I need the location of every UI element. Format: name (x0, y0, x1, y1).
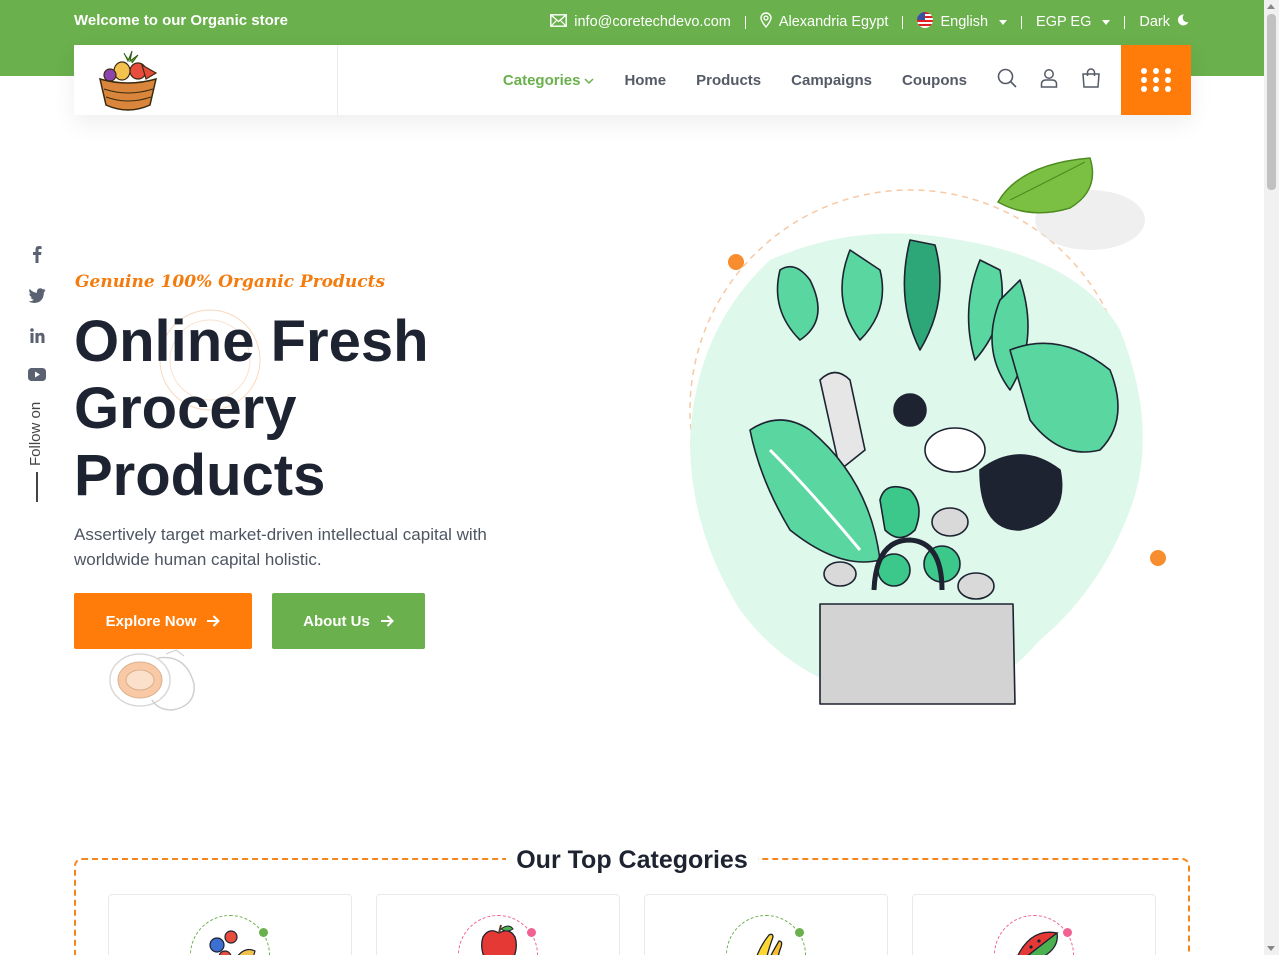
nav-home[interactable]: Home (624, 72, 666, 89)
map-pin-icon (760, 12, 772, 32)
follow-line (36, 472, 38, 502)
scroll-up-arrow-icon[interactable] (1267, 4, 1275, 9)
explore-now-button[interactable]: Explore Now (74, 593, 252, 649)
apple-icon (481, 924, 517, 955)
main-header: Categories Home Products Campaigns Coupo… (74, 45, 1191, 115)
user-icon[interactable] (1039, 68, 1059, 93)
shopping-bag-icon[interactable] (1081, 67, 1101, 93)
search-icon[interactable] (997, 68, 1017, 93)
email-link[interactable]: info@coretechdevo.com (550, 13, 731, 31)
papaya-illustration (109, 649, 195, 711)
page-scrollbar[interactable] (1264, 0, 1279, 955)
currency-text: EGP EG (1036, 14, 1092, 30)
category-dot (259, 928, 268, 937)
berries-icon (209, 930, 256, 955)
us-flag-icon (917, 12, 934, 32)
arrow-right-icon (380, 615, 394, 627)
hero-title-line-1: Online Fresh (74, 309, 429, 374)
explore-now-label: Explore Now (105, 612, 197, 630)
divider (902, 15, 904, 29)
email-text: info@coretechdevo.com (574, 14, 731, 30)
main-nav: Categories Home Products Campaigns Coupo… (338, 45, 1191, 115)
divider (1021, 15, 1023, 29)
social-links (27, 245, 47, 386)
language-dropdown[interactable]: English (917, 12, 1008, 32)
fruit-basket-logo (98, 50, 158, 111)
chevron-down-icon (999, 19, 1008, 25)
category-card-watermelon[interactable] (912, 894, 1156, 955)
category-card-banana[interactable] (644, 894, 888, 955)
chevron-down-icon (1102, 19, 1111, 25)
nav-campaigns[interactable]: Campaigns (791, 72, 872, 89)
grid-dots-icon (1141, 68, 1171, 92)
category-dot (795, 928, 804, 937)
hero-description: Assertively target market-driven intelle… (74, 525, 487, 569)
twitter-icon[interactable] (28, 288, 46, 308)
location-link[interactable]: Alexandria Egypt (760, 12, 889, 32)
nav-categories-label: Categories (502, 71, 581, 89)
youtube-icon[interactable] (28, 368, 46, 386)
category-dot (527, 928, 536, 937)
divider (1124, 15, 1126, 29)
scrollbar-thumb[interactable] (1267, 14, 1276, 190)
category-dot (1063, 928, 1072, 937)
nav-coupons[interactable]: Coupons (902, 72, 967, 89)
location-text: Alexandria Egypt (778, 14, 889, 30)
theme-toggle[interactable]: Dark (1139, 14, 1189, 30)
banana-icon (756, 933, 783, 955)
logo-link[interactable] (74, 45, 338, 115)
hero-tagline: Genuine 100% Organic Products (75, 272, 386, 292)
theme-label: Dark (1139, 14, 1170, 30)
top-bar-right: info@coretechdevo.com Alexandria Egypt E… (550, 12, 1189, 32)
chevron-down-icon (584, 77, 594, 84)
facebook-icon[interactable] (32, 245, 42, 268)
header-icons (997, 67, 1101, 93)
scroll-down-arrow-icon[interactable] (1267, 946, 1275, 951)
category-card-berries[interactable] (108, 894, 352, 955)
arrow-right-icon (207, 615, 221, 627)
welcome-text: Welcome to our Organic store (74, 12, 288, 29)
hero-title-line-2: Grocery (74, 376, 297, 441)
follow-on: Follow on (12, 390, 60, 502)
menu-grid-button[interactable] (1121, 45, 1191, 115)
currency-dropdown[interactable]: EGP EG (1036, 14, 1111, 30)
linkedin-icon[interactable] (29, 328, 45, 348)
nav-products[interactable]: Products (696, 72, 761, 89)
moon-icon (1177, 14, 1189, 30)
nav-categories[interactable]: Categories (503, 72, 595, 89)
hero-title: Online Fresh Grocery Products (74, 308, 594, 509)
category-card-apple[interactable] (376, 894, 620, 955)
envelope-icon (550, 13, 568, 31)
hero-title-line-3: Products (74, 443, 326, 508)
divider (744, 15, 746, 29)
top-categories-title: Our Top Categories (0, 846, 1264, 875)
top-categories-title-text: Our Top Categories (506, 846, 758, 874)
about-us-button[interactable]: About Us (272, 593, 425, 649)
watermelon-icon (1017, 931, 1059, 955)
follow-label: Follow on (27, 401, 44, 466)
about-us-label: About Us (303, 612, 370, 630)
language-text: English (940, 14, 989, 30)
vegetables-bag-illustration (689, 157, 1166, 705)
